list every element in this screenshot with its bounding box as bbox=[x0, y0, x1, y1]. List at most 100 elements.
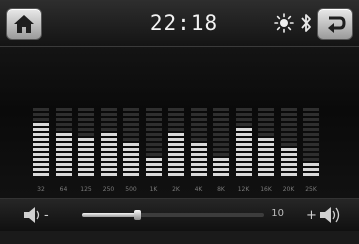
eq-band[interactable] bbox=[78, 106, 94, 176]
eq-band[interactable] bbox=[303, 106, 319, 176]
eq-band[interactable] bbox=[33, 106, 49, 176]
eq-segment bbox=[145, 138, 162, 141]
eq-segment bbox=[235, 128, 252, 131]
eq-segment bbox=[123, 153, 139, 156]
eq-segment bbox=[100, 118, 117, 121]
eq-segment bbox=[33, 133, 49, 136]
eq-segment bbox=[280, 123, 297, 126]
eq-segment bbox=[190, 173, 207, 176]
eq-segment bbox=[190, 118, 207, 121]
eq-segment bbox=[213, 113, 229, 116]
volume-slider-fill bbox=[82, 213, 137, 217]
eq-band[interactable] bbox=[168, 106, 184, 176]
eq-segment bbox=[168, 158, 184, 161]
eq-segment bbox=[145, 133, 162, 136]
eq-segment bbox=[145, 113, 162, 116]
eq-segment bbox=[123, 133, 139, 136]
eq-segment bbox=[145, 168, 162, 171]
eq-segment bbox=[168, 108, 184, 111]
eq-segment bbox=[190, 148, 207, 151]
eq-segment bbox=[303, 168, 319, 171]
eq-band[interactable] bbox=[55, 106, 72, 176]
volume-slider[interactable] bbox=[82, 210, 264, 220]
eq-segment bbox=[78, 173, 94, 176]
brightness-icon[interactable] bbox=[274, 13, 294, 33]
eq-segment bbox=[78, 138, 94, 141]
eq-band[interactable] bbox=[235, 106, 252, 176]
eq-segment bbox=[123, 158, 139, 161]
eq-segment bbox=[100, 143, 117, 146]
eq-segment bbox=[33, 118, 49, 121]
volume-down-button[interactable]: - bbox=[22, 205, 60, 225]
eq-segment bbox=[33, 113, 49, 116]
eq-segment bbox=[33, 163, 49, 166]
eq-segment bbox=[213, 148, 229, 151]
eq-segment bbox=[303, 158, 319, 161]
eq-band[interactable] bbox=[190, 106, 207, 176]
eq-segment bbox=[168, 113, 184, 116]
volume-up-label: + bbox=[306, 208, 317, 223]
eq-segment bbox=[258, 108, 274, 111]
eq-segment bbox=[213, 163, 229, 166]
eq-segment bbox=[123, 113, 139, 116]
eq-segment bbox=[55, 143, 72, 146]
eq-segment bbox=[303, 138, 319, 141]
eq-segment bbox=[213, 153, 229, 156]
eq-segment bbox=[190, 113, 207, 116]
eq-segment bbox=[168, 118, 184, 121]
eq-band[interactable] bbox=[213, 106, 229, 176]
eq-segment bbox=[145, 148, 162, 151]
eq-segment bbox=[280, 153, 297, 156]
home-button[interactable] bbox=[6, 8, 42, 40]
eq-band[interactable] bbox=[258, 106, 274, 176]
eq-segment bbox=[78, 123, 94, 126]
eq-screen: 22:18 32 64 125 250 500 1K 2K 4K 8K 12K 16K 20K 25K bbox=[0, 0, 359, 244]
eq-segment bbox=[190, 123, 207, 126]
eq-segment bbox=[123, 123, 139, 126]
eq-segment bbox=[213, 168, 229, 171]
back-button[interactable] bbox=[317, 8, 353, 40]
eq-segment bbox=[145, 143, 162, 146]
eq-segment bbox=[280, 128, 297, 131]
eq-band-label: 25K bbox=[305, 186, 317, 193]
eq-segment bbox=[123, 148, 139, 151]
volume-slider-thumb[interactable] bbox=[133, 210, 141, 220]
eq-segment bbox=[168, 123, 184, 126]
eq-segment bbox=[280, 108, 297, 111]
eq-segment bbox=[33, 128, 49, 131]
eq-segment bbox=[303, 118, 319, 121]
volume-up-button[interactable]: + bbox=[304, 205, 350, 225]
speaker-loud-icon bbox=[320, 207, 340, 223]
eq-band[interactable] bbox=[280, 106, 297, 176]
eq-band[interactable] bbox=[145, 106, 162, 176]
eq-segment bbox=[168, 173, 184, 176]
eq-segment bbox=[123, 128, 139, 131]
eq-band[interactable] bbox=[123, 106, 139, 176]
eq-segment bbox=[258, 138, 274, 141]
eq-segment bbox=[258, 148, 274, 151]
eq-segment bbox=[55, 108, 72, 111]
eq-segment bbox=[190, 153, 207, 156]
eq-segment bbox=[190, 108, 207, 111]
eq-band[interactable] bbox=[100, 106, 117, 176]
eq-segment bbox=[235, 123, 252, 126]
eq-segment bbox=[213, 128, 229, 131]
eq-segment bbox=[303, 153, 319, 156]
eq-segment bbox=[55, 158, 72, 161]
eq-segment bbox=[78, 163, 94, 166]
volume-value: 10 bbox=[271, 208, 284, 219]
eq-segment bbox=[168, 168, 184, 171]
eq-segment bbox=[235, 118, 252, 121]
eq-segment bbox=[100, 163, 117, 166]
eq-segment bbox=[55, 163, 72, 166]
eq-segment bbox=[190, 168, 207, 171]
eq-segment bbox=[123, 108, 139, 111]
eq-segment bbox=[100, 168, 117, 171]
eq-segment bbox=[303, 108, 319, 111]
eq-segment bbox=[258, 153, 274, 156]
eq-segment bbox=[213, 143, 229, 146]
eq-segment bbox=[100, 158, 117, 161]
eq-segment bbox=[258, 168, 274, 171]
eq-segment bbox=[33, 153, 49, 156]
eq-segment bbox=[33, 173, 49, 176]
